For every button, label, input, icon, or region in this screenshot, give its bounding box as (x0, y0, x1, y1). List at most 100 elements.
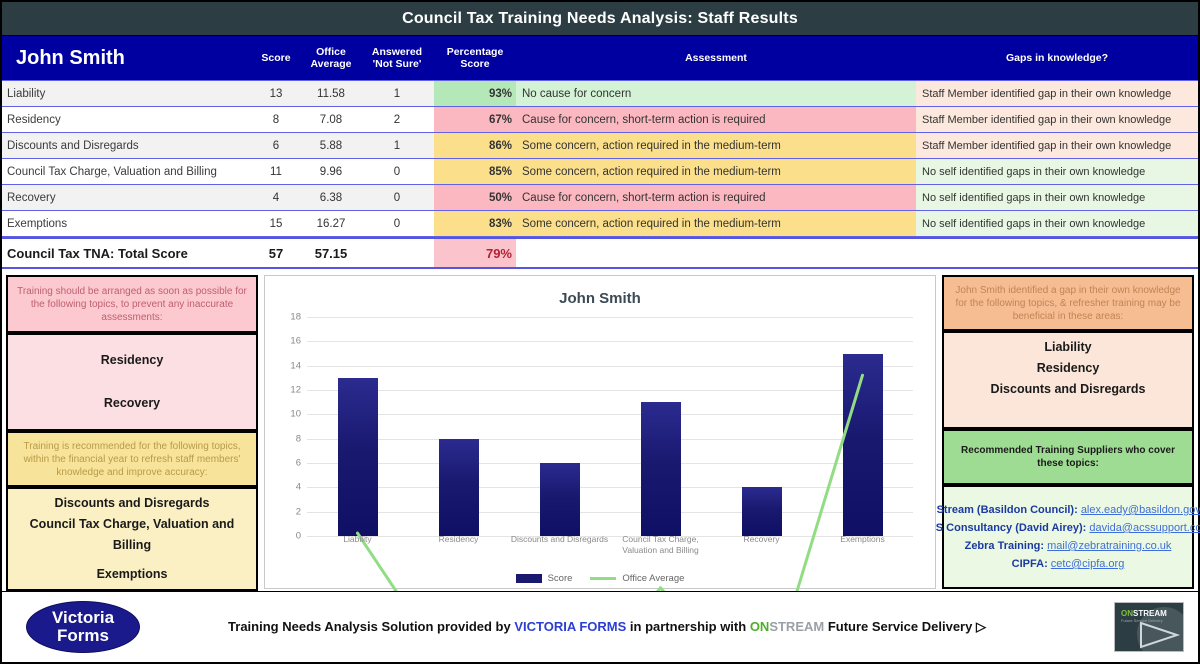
row-score: 11 (270, 165, 282, 178)
row-percentage: 93% (434, 81, 516, 106)
chart-y-axis: 0 2 4 6 8 10 12 14 16 18 (279, 312, 305, 542)
col-header-score: Score (261, 52, 291, 64)
row-assessment: Some concern, action required in the med… (516, 159, 916, 184)
chart-y-tick: 16 (290, 335, 301, 347)
recommended-topic-2: Council Tax Charge, Valuation and Billin… (29, 517, 235, 552)
chart-y-tick: 18 (290, 311, 301, 323)
col-header-office-average: Office Average (302, 46, 360, 70)
row-gaps: Staff Member identified gap in their own… (916, 133, 1198, 158)
legend-item-office-average: Office Average (590, 573, 684, 584)
recommended-topic-1: Discounts and Disregards (54, 496, 210, 510)
total-office-average: 57.15 (314, 245, 348, 261)
legend-label-office-average: Office Average (622, 573, 685, 584)
chart-y-tick: 14 (290, 360, 301, 372)
row-assessment: Some concern, action required in the med… (516, 133, 916, 158)
urgent-topic-2: Recovery (103, 396, 161, 410)
total-label: Council Tax TNA: Total Score (7, 245, 188, 261)
app-root: Council Tax Training Needs Analysis: Sta… (0, 0, 1200, 664)
col-header-percentage-l2: Score (460, 58, 490, 70)
chart-y-tick: 6 (295, 457, 301, 469)
row-office-average: 16.27 (316, 217, 346, 230)
row-percentage: 83% (434, 211, 516, 236)
row-percentage: 86% (434, 133, 516, 158)
footer-brand-on: ON (749, 619, 770, 634)
total-gaps (916, 239, 1198, 267)
training-suppliers-header: Recommended Training Suppliers who cover… (942, 429, 1194, 485)
chart-y-tick: 8 (295, 433, 301, 445)
gap-topic-3: Discounts and Disregards (990, 382, 1146, 396)
row-gaps: Staff Member identified gap in their own… (916, 81, 1198, 106)
staff-name-header: John Smith (16, 47, 125, 69)
col-header-percentage: Percentage Score (434, 46, 516, 70)
total-not-sure (360, 239, 434, 267)
row-gaps: No self identified gaps in their own kno… (916, 159, 1198, 184)
chart-y-tick: 12 (290, 384, 301, 396)
row-assessment: Cause for concern, short-term action is … (516, 185, 916, 210)
results-table-body: Liability 13 11.58 1 93% No cause for concern… (0, 80, 1200, 237)
col-header-office-average-l1: Office (316, 46, 346, 58)
gap-topic-2: Residency (1036, 361, 1100, 375)
total-row-wrapper: Council Tax TNA: Total Score 57 57.15 79… (0, 237, 1200, 271)
table-row: Residency 8 7.08 2 67% Cause for concern, sho… (2, 106, 1198, 133)
urgent-topic-1: Residency (100, 353, 164, 367)
middle-region: Training should be arranged as soon as p… (0, 271, 1200, 591)
col-header-percentage-l1: Percentage (446, 46, 504, 58)
row-score: 6 (272, 139, 280, 152)
chart-x-label: Recovery (743, 534, 780, 544)
row-office-average: 7.08 (319, 113, 343, 126)
chart-title: John Smith (559, 290, 641, 307)
row-office-average: 9.96 (319, 165, 343, 178)
col-header-not-sure-l1: Answered (371, 46, 423, 58)
recommended-training-topics: Discounts and Disregards Council Tax Cha… (6, 487, 258, 591)
col-header-not-sure: Answered 'Not Sure' (360, 46, 434, 70)
supplier-email-link[interactable]: davida@acssupport.co.uk (1089, 522, 1200, 534)
row-percentage: 85% (434, 159, 516, 184)
legend-item-score: Score (515, 573, 573, 584)
table-row: Exemptions 15 16.27 0 83% Some concern, actio… (2, 210, 1198, 237)
supplier-name: CIPFA: (1011, 558, 1051, 570)
chart-y-tick: 4 (295, 481, 301, 493)
footer-bar: Victoria Forms Training Needs Analysis S… (0, 591, 1200, 664)
score-chart: John Smith 0 2 4 6 8 10 12 14 16 18 Liability Resi… (264, 275, 936, 589)
supplier-entry: ACS Consultancy (David Airey): davida@ac… (920, 519, 1200, 537)
row-topic-name: Council Tax Charge, Valuation and Billin… (7, 165, 217, 178)
row-not-sure: 0 (393, 165, 401, 178)
footer-text-3: Future Service Delivery ▷ (824, 619, 986, 634)
row-office-average: 11.58 (317, 87, 345, 100)
supplier-email-link[interactable]: mail@zebratraining.co.uk (1047, 540, 1171, 552)
left-recommendations-panel: Training should be arranged as soon as p… (6, 275, 258, 591)
col-header-not-sure-l2: 'Not Sure' (372, 58, 422, 70)
urgent-training-header: Training should be arranged as soon as p… (6, 275, 258, 333)
table-header-row: John Smith Score Office Average Answered… (0, 36, 1200, 80)
footer-text-2: in partnership with (626, 619, 750, 634)
table-row: Discounts and Disregards 6 5.88 1 86% Some co… (2, 132, 1198, 159)
supplier-name: OnStream (Basildon Council): (921, 504, 1081, 516)
row-assessment: No cause for concern (516, 81, 916, 106)
row-percentage: 50% (434, 185, 516, 210)
row-not-sure: 1 (393, 139, 401, 152)
total-assessment (516, 239, 916, 267)
onstream-logo[interactable]: ONSTREAM Future Service Delivery (1114, 602, 1184, 652)
row-not-sure: 2 (393, 113, 401, 126)
onstream-logo-wordmark: ONSTREAM (1121, 609, 1167, 618)
supplier-email-link[interactable]: alex.eady@basildon.gov.uk (1081, 504, 1200, 516)
chart-x-label: Exemptions (840, 534, 885, 544)
footer-brand-stream: STREAM (769, 619, 825, 634)
row-topic-name: Residency (7, 113, 61, 126)
supplier-email-link[interactable]: cetc@cipfa.org (1051, 558, 1125, 570)
row-score: 13 (269, 87, 283, 100)
col-header-assessment: Assessment (685, 52, 747, 64)
onstream-logo-on: ON (1121, 609, 1133, 618)
play-triangle-icon (1140, 621, 1181, 649)
row-not-sure: 0 (393, 191, 401, 204)
self-identified-gaps-header: John Smith identified a gap in their own… (942, 275, 1194, 331)
table-row: Liability 13 11.58 1 93% No cause for concern… (2, 80, 1198, 107)
row-score: 4 (272, 191, 280, 204)
supplier-entry: OnStream (Basildon Council): alex.eady@b… (921, 501, 1200, 519)
row-gaps: No self identified gaps in their own kno… (916, 211, 1198, 236)
chart-x-label: Council Tax Charge, Valuation and Billin… (622, 534, 699, 555)
row-assessment: Cause for concern, short-term action is … (516, 107, 916, 132)
supplier-name: Zebra Training: (964, 540, 1048, 552)
legend-label-score: Score (547, 573, 573, 584)
chart-x-label: Discounts and Disregards (510, 534, 609, 544)
